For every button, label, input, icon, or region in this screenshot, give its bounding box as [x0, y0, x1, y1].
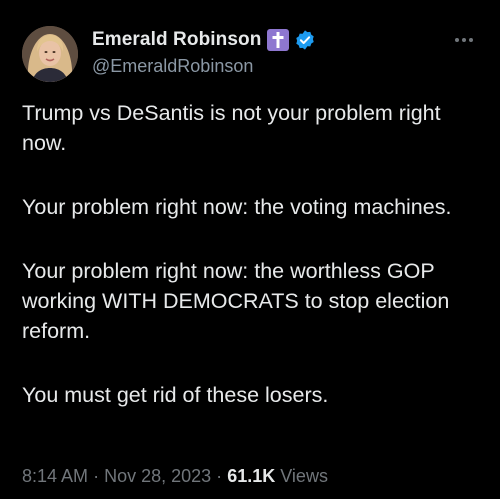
tweet-time[interactable]: 8:14 AM — [22, 466, 88, 486]
display-name-row: Emerald Robinson — [92, 26, 316, 54]
tweet-paragraph: Your problem right now: the voting machi… — [22, 195, 452, 219]
tweet-date[interactable]: Nov 28, 2023 — [104, 466, 211, 486]
meta-separator: · — [216, 466, 223, 486]
more-options-icon[interactable] — [450, 30, 478, 50]
tweet-meta: 8:14 AM · Nov 28, 2023 · 61.1K Views — [22, 466, 328, 487]
author-display-name[interactable]: Emerald Robinson — [92, 29, 261, 51]
verified-badge-icon[interactable] — [294, 29, 316, 51]
tweet-paragraph: Trump vs DeSantis is not your problem ri… — [22, 101, 441, 155]
views-count[interactable]: 61.1K — [227, 466, 275, 486]
tweet-paragraph: Your problem right now: the worthless GO… — [22, 259, 450, 343]
author-handle[interactable]: @EmeraldRobinson — [92, 56, 316, 77]
avatar-image — [22, 26, 78, 82]
views-label: Views — [280, 466, 328, 486]
author-names: Emerald Robinson @EmeraldRobinson — [92, 26, 316, 77]
tweet-paragraph: You must get rid of these losers. — [22, 383, 329, 407]
avatar[interactable] — [22, 26, 78, 82]
meta-separator: · — [93, 466, 100, 486]
tweet-header: Emerald Robinson @EmeraldRobinson — [22, 24, 482, 82]
tweet-text: Trump vs DeSantis is not your problem ri… — [22, 98, 482, 444]
cross-icon — [267, 29, 290, 51]
tweet-card: Emerald Robinson @EmeraldRobinson Trump … — [0, 0, 500, 499]
